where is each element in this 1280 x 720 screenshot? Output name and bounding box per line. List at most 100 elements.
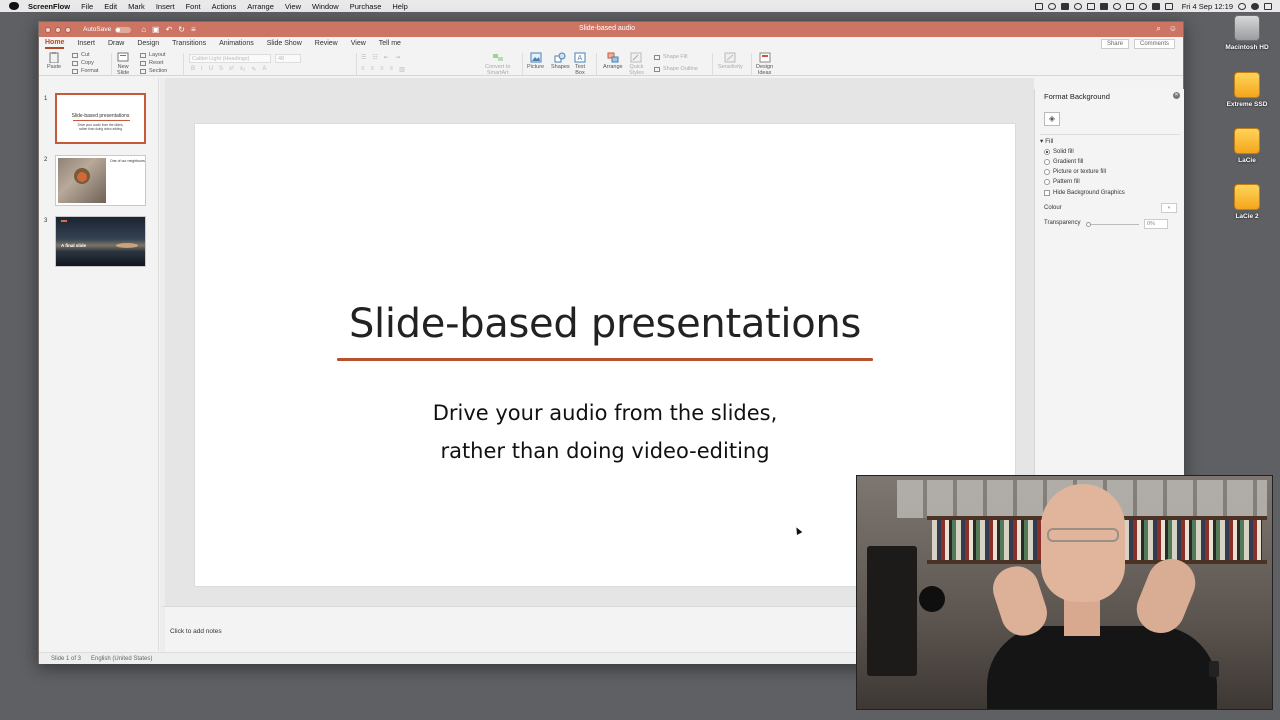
apple-icon[interactable]	[9, 2, 19, 10]
redo-icon[interactable]: ↻	[178, 25, 185, 34]
bullets-icon[interactable]: ☰	[361, 54, 366, 61]
menu-mark[interactable]: Mark	[128, 2, 145, 11]
copy-button[interactable]: Copy	[72, 60, 98, 66]
desktop-drive-macintosh-hd[interactable]: Macintosh HD	[1222, 15, 1272, 51]
search-icon[interactable]	[1238, 2, 1246, 10]
undo-icon[interactable]: ↶	[166, 25, 173, 34]
search-icon[interactable]: ⌕	[1156, 24, 1160, 34]
gradient-fill-option[interactable]: Gradient fill	[1044, 159, 1083, 165]
menu-app-name[interactable]: ScreenFlow	[28, 2, 70, 11]
desktop-drive-lacie[interactable]: LaCie	[1222, 128, 1272, 164]
format-painter-button[interactable]: Format	[72, 68, 98, 74]
align-right-icon[interactable]: ≡	[380, 66, 384, 73]
highlight-icon[interactable]: ✎	[251, 66, 256, 73]
menu-arrange[interactable]: Arrange	[247, 2, 274, 11]
tab-draw[interactable]: Draw	[108, 40, 124, 47]
user-icon[interactable]	[1251, 2, 1259, 10]
menu-clock[interactable]: Fri 4 Sep 12:19	[1182, 2, 1233, 11]
cut-button[interactable]: Cut	[72, 52, 98, 58]
transparency-slider-knob[interactable]	[1086, 222, 1091, 227]
menu-font[interactable]: Font	[186, 2, 201, 11]
justify-icon[interactable]: ≡	[390, 66, 394, 73]
slide-subtitle[interactable]: Drive your audio from the slides, rather…	[195, 394, 1015, 470]
sync-status-icon[interactable]	[1073, 2, 1082, 10]
menu-actions[interactable]: Actions	[212, 2, 237, 11]
strikethrough-icon[interactable]: S	[219, 66, 223, 73]
superscript-icon[interactable]: x²	[229, 66, 234, 73]
zoom-window-button[interactable]	[65, 26, 71, 33]
language-status[interactable]: English (United States)	[91, 656, 152, 662]
volume-icon[interactable]	[1151, 2, 1160, 10]
underline-icon[interactable]: U	[209, 66, 213, 73]
menu-view[interactable]: View	[285, 2, 301, 11]
decrease-indent-icon[interactable]: ⇤	[384, 54, 389, 61]
bold-icon[interactable]: B	[191, 66, 195, 73]
font-color-icon[interactable]: A	[262, 66, 266, 73]
sensitivity-button[interactable]: Sensitivity	[718, 52, 743, 70]
tab-transitions[interactable]: Transitions	[172, 40, 206, 47]
share-button[interactable]: Share	[1100, 39, 1129, 49]
quick-styles-button[interactable]: Quick Styles	[629, 52, 644, 76]
comments-button[interactable]: Comments	[1133, 39, 1175, 49]
slide-thumbnail-1[interactable]: Slide-based presentations Drive your aud…	[55, 93, 146, 144]
desktop-drive-lacie-2[interactable]: LaCie 2	[1222, 184, 1272, 220]
tab-slide-show[interactable]: Slide Show	[267, 40, 302, 47]
numbering-icon[interactable]: ☷	[372, 54, 377, 61]
design-ideas-button[interactable]: Design Ideas	[756, 52, 773, 76]
flag-icon[interactable]	[1164, 2, 1173, 10]
close-window-button[interactable]	[45, 26, 51, 33]
fill-tab-icon[interactable]: ◈	[1044, 112, 1060, 126]
cloud-status-icon[interactable]	[1099, 2, 1108, 10]
screenflow-status-icon[interactable]	[1034, 2, 1043, 10]
solid-fill-option[interactable]: Solid fill	[1044, 149, 1074, 155]
time-machine-icon[interactable]	[1112, 2, 1121, 10]
slide-thumbnail-2[interactable]: One of our neighbours	[55, 155, 146, 206]
tab-insert[interactable]: Insert	[77, 40, 95, 47]
arrange-button[interactable]: Arrange	[603, 52, 623, 70]
fill-section-header[interactable]: ▾ Fill	[1040, 134, 1180, 145]
align-left-icon[interactable]: ≡	[361, 66, 365, 73]
menu-file[interactable]: File	[81, 2, 93, 11]
text-box-button[interactable]: A Text Box	[574, 52, 586, 76]
notification-center-icon[interactable]	[1264, 2, 1272, 10]
save-icon[interactable]: ▣	[152, 25, 160, 34]
dropbox-status-icon[interactable]	[1060, 2, 1069, 10]
font-name-select[interactable]: Calibri Light (Headings)	[189, 54, 271, 63]
menu-insert[interactable]: Insert	[156, 2, 175, 11]
layout-button[interactable]: Layout	[140, 52, 167, 58]
subscript-icon[interactable]: x₂	[240, 66, 245, 73]
font-size-select[interactable]: 48	[275, 54, 301, 63]
slide-thumbnail-3[interactable]: A final slide	[55, 216, 146, 267]
pattern-fill-option[interactable]: Pattern fill	[1044, 179, 1080, 185]
minimize-window-button[interactable]	[55, 26, 61, 33]
colour-picker-button[interactable]: ▾	[1161, 203, 1177, 213]
italic-icon[interactable]: I	[201, 66, 203, 73]
menu-window[interactable]: Window	[312, 2, 339, 11]
new-slide-button[interactable]: New Slide	[117, 52, 129, 76]
desktop-drive-extreme-ssd[interactable]: Extreme SSD	[1222, 72, 1272, 108]
transparency-slider-track[interactable]	[1089, 224, 1139, 225]
menu-help[interactable]: Help	[392, 2, 407, 11]
tab-design[interactable]: Design	[137, 40, 159, 47]
record-status-icon[interactable]	[1047, 2, 1056, 10]
bluetooth-icon[interactable]	[1125, 2, 1134, 10]
shape-outline-button[interactable]: Shape Outline	[654, 66, 698, 72]
tell-me-search[interactable]: Tell me	[379, 40, 401, 47]
keyboard-status-icon[interactable]	[1086, 2, 1095, 10]
smiley-feedback-icon[interactable]: ☺	[1169, 24, 1177, 34]
wifi-icon[interactable]	[1138, 2, 1147, 10]
reset-button[interactable]: Reset	[140, 60, 167, 66]
paste-button[interactable]: Paste	[47, 52, 61, 70]
tab-review[interactable]: Review	[315, 40, 338, 47]
slide-title[interactable]: Slide-based presentations	[195, 301, 1015, 347]
tab-animations[interactable]: Animations	[219, 40, 254, 47]
increase-indent-icon[interactable]: ⇥	[395, 54, 400, 61]
hide-background-graphics-checkbox[interactable]: Hide Background Graphics	[1044, 190, 1125, 196]
home-icon[interactable]: ⌂	[141, 25, 146, 34]
align-center-icon[interactable]: ≡	[371, 66, 375, 73]
menu-edit[interactable]: Edit	[104, 2, 117, 11]
shapes-button[interactable]: Shapes	[551, 52, 570, 70]
picture-texture-fill-option[interactable]: Picture or texture fill	[1044, 169, 1106, 175]
columns-icon[interactable]: ▥	[399, 66, 405, 73]
tab-home[interactable]: Home	[45, 39, 65, 49]
